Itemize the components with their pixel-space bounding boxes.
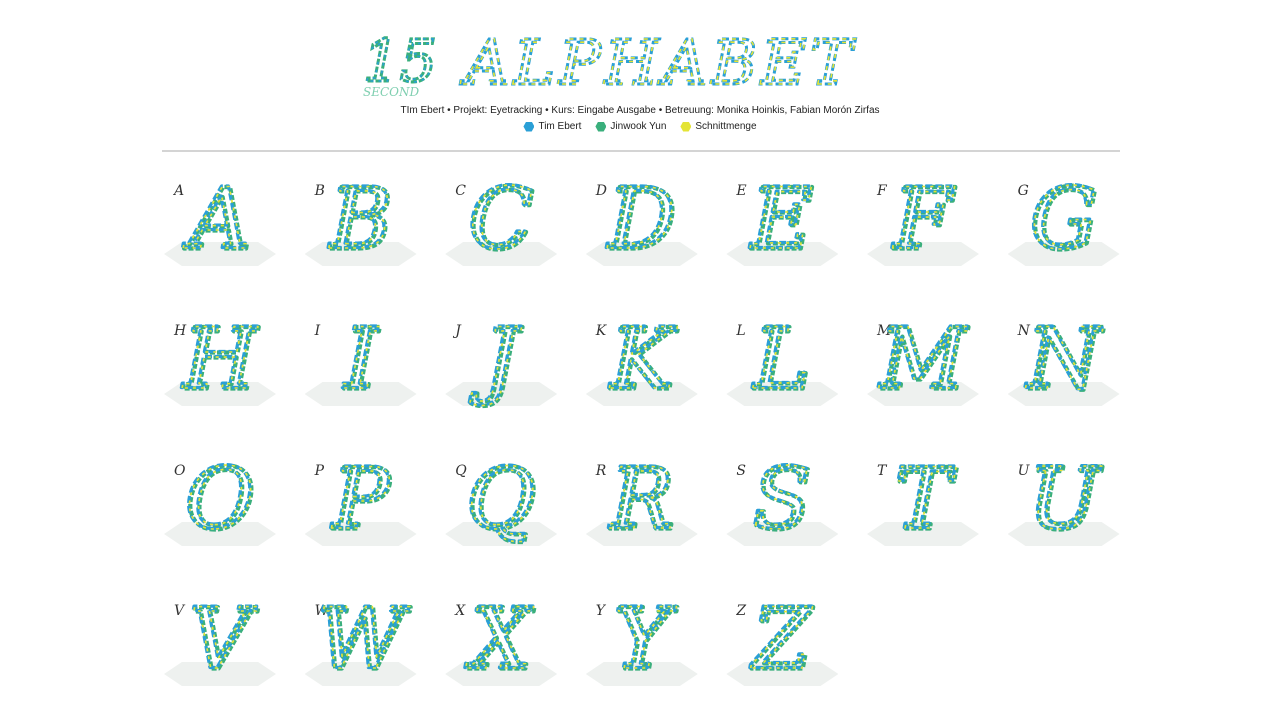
letter-cell-y: YYYY [584,588,700,700]
letter-cell-s: SSSS [724,448,840,560]
gaze-trace-b: BBB [325,168,394,271]
trace-overlap: B [328,170,392,268]
trace-overlap: Q [467,450,536,548]
gaze-trace-k: KKK [606,308,680,411]
gaze-trace-y: YYY [612,588,680,691]
trace-overlap: L [753,310,811,408]
gaze-trace-s: SSS [751,448,814,551]
trace-overlap: E [750,170,813,268]
letter-cell-o: OOOO [162,448,278,560]
trace-overlap: F [892,170,955,268]
letter-cell-b: BBBB [303,168,419,280]
trace-overlap: A [183,170,251,268]
trace-overlap: W [317,590,410,688]
gaze-trace-e: EEE [747,168,816,271]
gaze-trace-r: RRR [606,448,677,551]
letter-cell-z: ZZZZ [724,588,840,700]
trace-overlap: M [878,310,968,408]
gaze-trace-t: TTT [893,448,960,551]
letter-cell-q: QQQQ [443,448,559,560]
gaze-trace-d: DDD [604,168,679,271]
letter-cell-r: RRRR [584,448,700,560]
gaze-trace-x: XXX [463,588,537,691]
trace-overlap: R [608,450,673,548]
gaze-trace-h: HHH [179,308,261,411]
trace-overlap: P [330,450,390,548]
gaze-trace-g: GGG [1028,168,1100,271]
letter-cell-g: GGGG [1006,168,1122,280]
trace-overlap: O [186,450,255,548]
trace-overlap: V [190,590,258,688]
gaze-trace-w: WWW [315,588,413,691]
trace-overlap: D [606,170,675,268]
letter-cell-v: VVVV [162,588,278,700]
gaze-trace-z: ZZZ [748,588,816,691]
trace-overlap: Y [614,590,677,688]
gaze-trace-j: JJJ [467,308,525,411]
gaze-trace-m: MMM [876,308,971,411]
letter-cell-e: EEEE [724,168,840,280]
letter-cell-p: PPPP [303,448,419,560]
trace-overlap: U [1028,450,1102,548]
letter-grid: AAAABBBBCCCCDDDDEEEEFFFFGGGGHHHHIIIIJJJJ… [0,0,1280,720]
gaze-trace-v: VVV [187,588,260,691]
gaze-trace-a: AAA [180,168,253,271]
letter-cell-k: KKKK [584,308,700,420]
trace-overlap: G [1030,170,1097,268]
letter-cell-d: DDDD [584,168,700,280]
gaze-trace-i: III [340,308,382,411]
letter-cell-i: IIII [303,308,419,420]
letter-cell-x: XXXX [443,588,559,700]
gaze-trace-p: PPP [328,448,393,551]
letter-cell-h: HHHH [162,308,278,420]
letter-cell-t: TTTT [865,448,981,560]
trace-overlap: T [895,450,957,548]
trace-overlap: Z [750,590,813,688]
trace-overlap: I [342,310,379,408]
trace-overlap: S [754,450,812,548]
letter-cell-c: CCCC [443,168,559,280]
letter-cell-m: MMMM [865,308,981,420]
letter-cell-j: JJJJ [443,308,559,420]
letter-cell-a: AAAA [162,168,278,280]
letter-cell-n: NNNN [1006,308,1122,420]
letter-cell-l: LLLL [724,308,840,420]
trace-overlap: X [465,590,534,688]
trace-overlap: C [469,170,533,268]
trace-overlap: H [181,310,258,408]
letter-cell-u: UUUU [1006,448,1122,560]
letter-cell-w: WWWW [303,588,419,700]
gaze-trace-c: CCC [467,168,537,271]
gaze-trace-l: LLL [750,308,813,411]
gaze-trace-o: OOO [183,448,257,551]
gaze-trace-n: NNN [1022,308,1105,411]
gaze-trace-f: FFF [889,168,957,271]
gaze-trace-u: UUU [1026,448,1105,551]
trace-overlap: K [608,310,677,408]
trace-overlap: N [1025,310,1103,408]
letter-cell-f: FFFF [865,168,981,280]
gaze-trace-q: QQQ [464,448,538,551]
trace-overlap: J [469,310,522,408]
